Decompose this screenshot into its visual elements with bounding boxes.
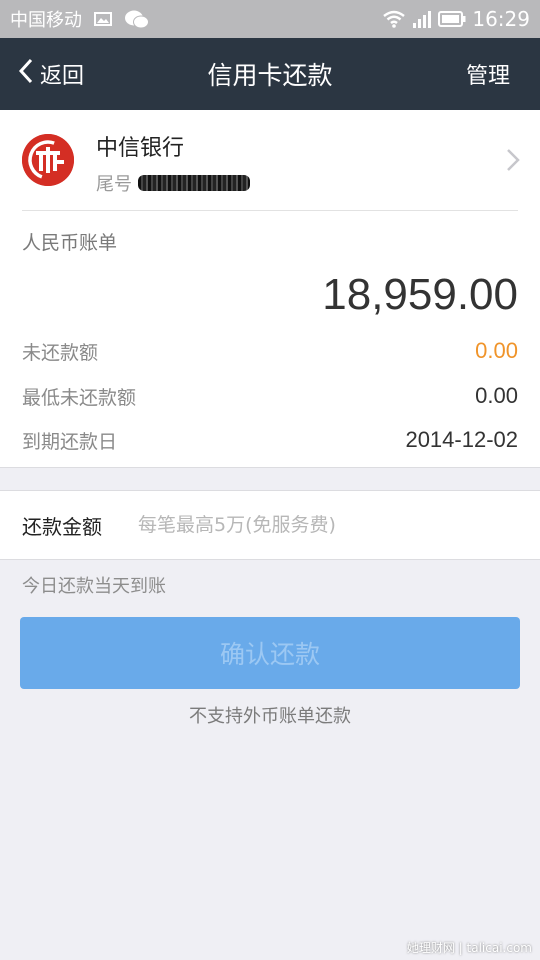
- due-date-value: 2014-12-02: [405, 427, 518, 452]
- signal-icon: [412, 10, 432, 28]
- card-tail-number: 尾号: [96, 170, 250, 196]
- watermark: 她理财网 | talicai.com: [406, 941, 532, 955]
- wifi-icon: [382, 10, 406, 28]
- repay-amount-label: 还款金额: [22, 514, 102, 539]
- citic-logo-icon: [22, 134, 74, 186]
- battery-icon: [438, 11, 466, 27]
- wechat-icon: [124, 9, 150, 29]
- chevron-right-icon: [506, 148, 520, 176]
- minimum-due-value: 0.00: [475, 383, 518, 408]
- bill-card: 中信银行 尾号 人民币账单 18,959.00 未还款额 0.00 最低未还款额…: [0, 110, 540, 468]
- unpaid-amount-row: 未还款额 0.00: [22, 336, 518, 366]
- bill-title: 人民币账单: [22, 232, 118, 254]
- confirm-repay-button[interactable]: 确认还款: [20, 617, 520, 689]
- repay-amount-input[interactable]: [138, 514, 518, 536]
- foreign-currency-note: 不支持外币账单还款: [189, 706, 351, 727]
- minimum-due-label: 最低未还款额: [22, 386, 137, 409]
- chevron-left-icon: [18, 58, 34, 90]
- unpaid-amount-value: 0.00: [475, 338, 518, 363]
- tail-label: 尾号: [96, 174, 132, 195]
- bank-row[interactable]: 中信银行 尾号: [0, 110, 540, 210]
- back-button[interactable]: 返回: [18, 38, 84, 110]
- back-label: 返回: [40, 64, 85, 89]
- bank-name: 中信银行: [96, 136, 185, 161]
- divider: [22, 210, 518, 211]
- status-bar-left: 中国移动: [10, 6, 150, 32]
- status-time: 16:29: [472, 7, 530, 31]
- manage-button[interactable]: 管理: [466, 38, 510, 110]
- image-icon: [94, 12, 112, 26]
- unpaid-amount-label: 未还款额: [22, 341, 99, 364]
- redacted-card-number: [138, 175, 250, 191]
- carrier-name: 中国移动: [10, 10, 82, 31]
- repay-amount-row: 还款金额: [0, 490, 540, 560]
- status-bar: 中国移动 16:29: [0, 0, 540, 38]
- status-bar-right: 16:29: [382, 7, 530, 31]
- due-date-row: 到期还款日 2014-12-02: [22, 425, 518, 455]
- arrival-note: 今日还款当天到账: [22, 576, 166, 597]
- bill-amount: 18,959.00: [322, 270, 518, 319]
- minimum-due-row: 最低未还款额 0.00: [22, 381, 518, 411]
- due-date-label: 到期还款日: [22, 430, 118, 453]
- nav-bar: 返回 信用卡还款 管理: [0, 38, 540, 110]
